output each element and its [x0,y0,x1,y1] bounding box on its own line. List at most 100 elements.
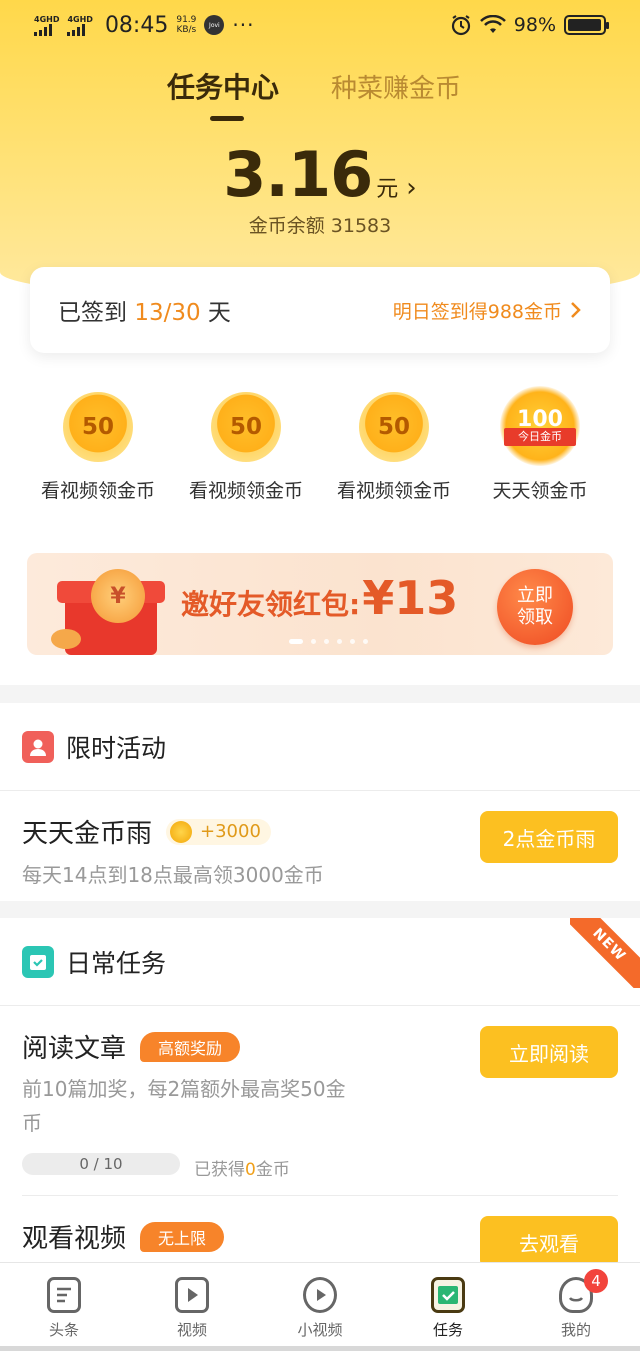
quick-task-label: 看视频领金币 [40,480,155,502]
activity-desc: 每天14点到18点最高领3000金币 [22,863,324,887]
signin-suffix: 天 [207,300,231,326]
wifi-icon [479,15,506,33]
task-title: 阅读文章 [22,1034,127,1064]
gesture-bar [0,1346,640,1351]
task-badge: 无上限 [140,1221,225,1252]
reward-value: +3000 [200,821,261,842]
network-speed: 91.9 KB/s [176,15,196,35]
nav-item-tasks[interactable]: 任务 [398,1277,498,1340]
bottom-nav: 头条 视频 小视频 任务 4 我的 [0,1262,640,1351]
task-desc-line1: 前10篇加奖，每2篇额外最高奖50金 [22,1077,346,1101]
speed-value: 91.9 [176,15,197,25]
balance-amount: 3.16 [223,138,373,211]
nav-label: 头条 [48,1321,79,1339]
quick-task-daily-coins[interactable]: 100 今日金币 天天领金币 [466,386,614,503]
signal-bars-icon [67,23,86,36]
nav-item-headlines[interactable]: 头条 [14,1277,114,1340]
task-desc-line2: 币 [22,1111,42,1135]
signin-prefix: 已签到 [58,300,127,326]
signal-bars-icon [34,23,52,36]
new-tag-text: NEW [570,918,640,988]
invite-amount: ¥13 [362,571,459,625]
signin-card[interactable]: 已签到 13/30 天 明日签到得988金币 [30,267,610,353]
active-tab-indicator [210,116,244,121]
coin-100-icon: 100 今日金币 [500,386,580,466]
task-desc: 前10篇加奖，每2篇额外最高奖50金 币 [22,1072,346,1140]
chevron-right-icon: › [406,173,417,203]
coin-icon [170,820,193,843]
coin-icon [51,629,81,649]
yuan-coin-icon: ¥ [91,569,145,623]
alarm-icon [451,15,470,36]
quick-task-watch-video-2[interactable]: 50 看视频领金币 [172,392,320,503]
signal-sim2: 4GHD [67,15,93,36]
read-progress-bar: 0 / 10 [22,1153,180,1175]
carousel-indicator [289,639,368,644]
quick-task-watch-video-3[interactable]: 50 看视频领金币 [320,392,468,503]
today-coins-ribbon: 今日金币 [504,428,576,446]
claim-line2: 领取 [517,607,553,628]
quick-task-label: 看视频领金币 [188,480,303,502]
short-video-icon [303,1277,337,1313]
nav-item-profile[interactable]: 4 我的 [526,1269,626,1340]
battery-icon [564,15,609,35]
notification-badge: 4 [584,1269,608,1293]
read-now-button[interactable]: 立即阅读 [480,1026,618,1078]
nav-label: 任务 [432,1321,463,1339]
read-article-item: 阅读文章 高额奖励 前10篇加奖，每2篇额外最高奖50金 币 0 / 10 已获… [22,1006,618,1196]
claim-line1: 立即 [517,585,553,606]
quick-task-watch-video-1[interactable]: 50 看视频领金币 [24,392,172,503]
tab-plant-vegetables[interactable]: 种菜赚金币 [331,68,461,105]
chevron-right-icon [571,302,581,318]
limited-activity-section: 限时活动 天天金币雨 +3000 每天14点到18点最高领3000金币 2点金币… [0,703,640,901]
section-title: 日常任务 [66,948,167,978]
claim-now-button[interactable]: 立即 领取 [497,569,573,645]
coin-icon: 50 [211,392,281,462]
top-tabs: 任务中心 种菜赚金币 [0,62,640,122]
earned-suffix: 金币 [255,1160,290,1180]
more-notifications-icon: ··· [232,13,255,37]
coin-rain-item: 天天金币雨 +3000 每天14点到18点最高领3000金币 2点金币雨 [0,791,640,901]
balance-block[interactable]: 3.16 元 › 金币余额 31583 [0,138,640,238]
signal-sim1: 4GHD [34,15,59,36]
task-title: 观看视频 [22,1224,127,1254]
task-badge: 高额奖励 [140,1031,241,1062]
watch-video-item: 观看视频 无上限 去观看 [0,1196,640,1262]
invite-banner[interactable]: ¥ 邀好友领红包: ¥13 立即 领取 [27,553,613,655]
coin-icon: 50 [63,392,133,462]
earned-coins: 已获得0金币 [194,1155,290,1180]
invite-text: 邀好友领红包: ¥13 [181,575,458,623]
go-watch-button[interactable]: 去观看 [480,1216,618,1262]
signin-progress: 13/30 [134,300,201,326]
coin-icon: 50 [359,392,429,462]
jovi-icon: Jovi [204,15,225,35]
sim1-label: 4GHD [34,14,60,24]
signin-status: 已签到 13/30 天 [58,293,231,327]
status-bar: 4GHD 4GHD 08:45 91.9 KB/s Jovi ··· 98% [0,0,640,50]
balance-unit: 元 [376,177,399,202]
battery-percent: 98% [513,14,556,36]
user-icon [22,730,54,763]
coin-rain-button[interactable]: 2点金币雨 [480,811,618,863]
new-tag: NEW [570,918,640,988]
speed-unit: KB/s [176,25,197,35]
status-time: 08:45 [104,12,169,38]
quick-task-label: 看视频领金币 [336,480,451,502]
daily-tasks-section: NEW 日常任务 阅读文章 高额奖励 前10篇加奖，每2篇额外最高奖50金 币 … [0,918,640,1262]
video-icon [175,1277,209,1313]
nav-item-short-video[interactable]: 小视频 [270,1277,370,1340]
calendar-check-icon [22,945,54,978]
news-icon [47,1277,81,1313]
nav-label: 视频 [176,1321,207,1339]
reward-pill: +3000 [166,818,271,845]
tomorrow-reward-link[interactable]: 明日签到得988金币 [393,297,582,324]
tomorrow-reward-text: 明日签到得988金币 [392,300,562,323]
nav-item-video[interactable]: 视频 [142,1277,242,1340]
activity-title: 天天金币雨 [22,819,153,849]
tab-task-center[interactable]: 任务中心 [167,66,279,106]
nav-label: 我的 [560,1321,591,1339]
coin-balance: 金币余额 31583 [248,215,392,237]
nav-label: 小视频 [297,1321,343,1339]
section-title: 限时活动 [66,733,167,763]
earned-prefix: 已获得 [194,1160,245,1180]
